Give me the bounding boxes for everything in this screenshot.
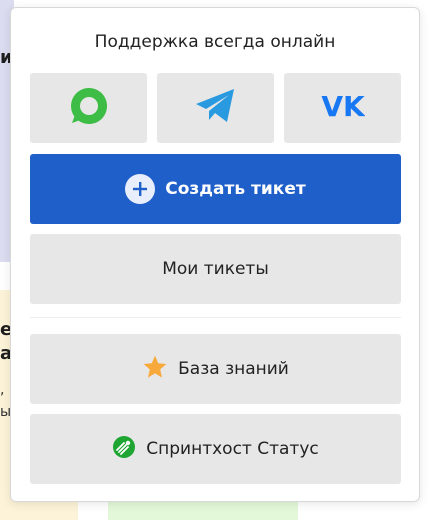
popup-title: Поддержка всегда онлайн <box>94 32 336 52</box>
my-tickets-label: Мои тикеты <box>162 259 269 279</box>
knowledge-base-button[interactable]: База знаний <box>30 334 401 404</box>
knowledge-base-label: База знаний <box>178 359 289 379</box>
vk-button[interactable]: VK <box>284 73 401 143</box>
messenger-row: VK <box>30 73 401 143</box>
my-tickets-button[interactable]: Мои тикеты <box>30 234 401 304</box>
status-icon <box>112 435 136 464</box>
vk-icon: VK <box>321 90 366 125</box>
star-icon <box>142 354 168 385</box>
telegram-icon <box>194 87 238 129</box>
svg-text:VK: VK <box>321 91 365 121</box>
telegram-button[interactable] <box>157 73 274 143</box>
divider <box>30 317 401 318</box>
whatsapp-button[interactable] <box>30 73 147 143</box>
create-ticket-label: Создать тикет <box>165 179 306 199</box>
whatsapp-icon <box>69 86 109 130</box>
sprinthost-status-button[interactable]: Спринтхост Статус <box>30 414 401 484</box>
sprinthost-status-label: Спринтхост Статус <box>146 439 319 459</box>
support-popup: Поддержка всегда онлайн VK Создать тикет… <box>10 7 420 502</box>
background-text: , <box>0 382 5 398</box>
plus-icon <box>125 174 156 204</box>
create-ticket-button[interactable]: Создать тикет <box>30 154 401 224</box>
